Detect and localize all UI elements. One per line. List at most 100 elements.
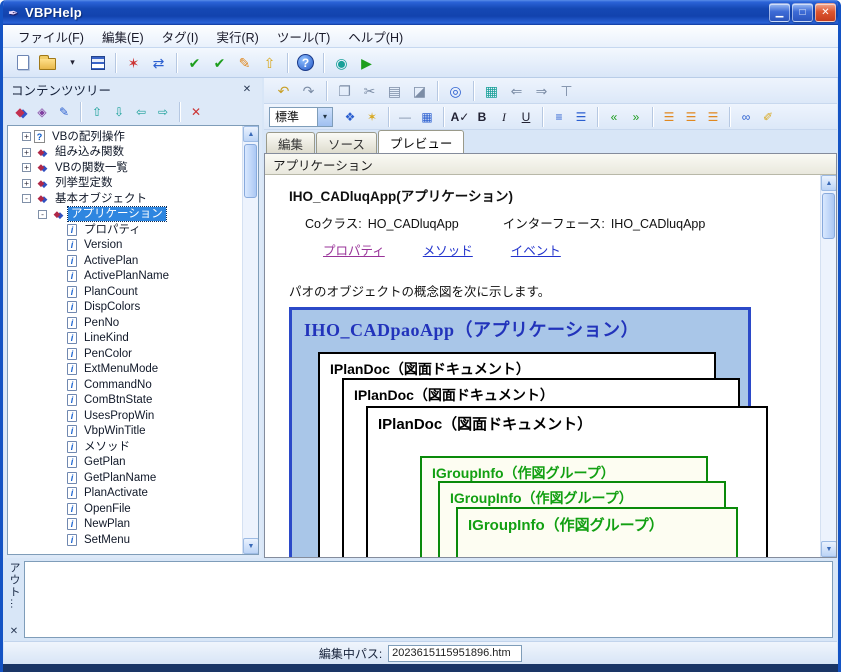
italic-button[interactable]: I [494, 107, 514, 127]
run-button[interactable]: ▶ [355, 51, 378, 74]
tree-item[interactable]: i VbpWinTitle [8, 424, 242, 440]
copy-button[interactable]: ❐ [333, 79, 356, 102]
tree-item[interactable]: + ◆ VBの関数一覧 [8, 160, 242, 176]
scroll-down-icon[interactable]: ▼ [243, 538, 258, 554]
align-left-button[interactable]: ☰ [659, 107, 679, 127]
tree-item[interactable]: i ActivePlan [8, 253, 242, 269]
tree-item[interactable]: i OpenFile [8, 501, 242, 517]
tab-source[interactable]: ソース [316, 132, 377, 153]
tree-item[interactable]: i UsesPropWin [8, 408, 242, 424]
close-icon[interactable]: ✕ [239, 82, 255, 96]
minimize-button[interactable]: ▁ [769, 3, 790, 22]
tree-item[interactable]: i NewPlan [8, 517, 242, 533]
indent-button[interactable]: » [626, 107, 646, 127]
bold-button[interactable]: B [472, 107, 492, 127]
spellcheck-button[interactable]: A✓ [450, 107, 470, 127]
tree-item[interactable]: i ActivePlanName [8, 269, 242, 285]
outdent-button[interactable]: « [604, 107, 624, 127]
move-left-button[interactable]: ⇦ [131, 102, 151, 122]
move-up-button[interactable]: ⇧ [87, 102, 107, 122]
tree-item[interactable]: i LineKind [8, 331, 242, 347]
tree-item[interactable]: i GetPlanName [8, 470, 242, 486]
save-all-button[interactable] [86, 51, 109, 74]
expander-icon[interactable]: - [38, 209, 47, 219]
underline-button[interactable]: U [516, 107, 536, 127]
scroll-thumb[interactable] [244, 144, 257, 198]
hyperlink-button[interactable]: ∞ [736, 107, 756, 127]
menu-run[interactable]: 実行(R) [207, 24, 267, 49]
eraser-button[interactable]: ◪ [408, 79, 431, 102]
tree-item[interactable]: + ? VBの配列操作 [8, 129, 242, 145]
tree-item[interactable]: + ◆ 列挙型定数 [8, 176, 242, 192]
tree-item[interactable]: i SetMenu [8, 532, 242, 548]
scroll-up-icon[interactable]: ▲ [821, 175, 836, 191]
expander-icon[interactable]: + [22, 163, 31, 173]
close-button[interactable]: ✕ [815, 3, 836, 22]
undo-button[interactable]: ↶ [272, 79, 295, 102]
format-clean-button[interactable]: ✐ [758, 107, 778, 127]
new-page-button[interactable] [11, 51, 34, 74]
scroll-down-icon[interactable]: ▼ [821, 541, 836, 557]
chevron-down-icon[interactable]: ▾ [317, 107, 332, 126]
content-scrollbar[interactable]: ▲ ▼ [820, 175, 836, 557]
numbered-list-button[interactable]: ≡ [549, 107, 569, 127]
link-properties[interactable]: プロパティ [323, 240, 385, 259]
paste-button[interactable]: ▤ [383, 79, 406, 102]
tree-item[interactable]: i メソッド [8, 439, 242, 455]
menu-tools[interactable]: ツール(T) [268, 24, 339, 49]
help-button[interactable]: ? [294, 51, 317, 74]
tree-scrollbar[interactable]: ▲ ▼ [242, 126, 258, 554]
tree-item[interactable]: i DispColors [8, 300, 242, 316]
outline-text-area[interactable] [24, 561, 833, 638]
link-prev-button[interactable]: ⇐ [505, 79, 528, 102]
browser-preview-button[interactable]: ◉ [330, 51, 353, 74]
verify-links-button[interactable]: ✔ [208, 51, 231, 74]
menu-edit[interactable]: 編集(E) [93, 24, 153, 49]
tree-item[interactable]: i ExtMenuMode [8, 362, 242, 378]
tree-item[interactable]: + ◆ 組み込み関数 [8, 145, 242, 161]
open-file-dropdown[interactable]: ▾ [61, 51, 84, 74]
add-subtopic-button[interactable]: ◈ [32, 102, 52, 122]
expander-icon[interactable]: + [22, 178, 31, 188]
bookmark-button[interactable]: ✶ [362, 107, 382, 127]
marker-button[interactable]: ❖ [340, 107, 360, 127]
redo-button[interactable]: ↷ [297, 79, 320, 102]
zoom-button[interactable]: ◎ [444, 79, 467, 102]
tree-item[interactable]: i PenColor [8, 346, 242, 362]
tab-preview[interactable]: プレビュー [377, 130, 465, 153]
style-combo[interactable]: 標準 ▾ [269, 106, 333, 127]
link-events[interactable]: イベント [511, 240, 561, 259]
current-path-input[interactable] [388, 644, 523, 662]
align-right-button[interactable]: ☰ [703, 107, 723, 127]
move-right-button[interactable]: ⇨ [153, 102, 173, 122]
edit-tools-button[interactable]: ✎ [233, 51, 256, 74]
scroll-thumb[interactable] [822, 193, 835, 239]
tree-item[interactable]: i Version [8, 238, 242, 254]
move-down-button[interactable]: ⇩ [109, 102, 129, 122]
upload-button[interactable]: ⇧ [258, 51, 281, 74]
tree-item[interactable]: i ComBtnState [8, 393, 242, 409]
tree-item-selected[interactable]: - ◆ アプリケーション [8, 206, 242, 223]
tab-edit[interactable]: 編集 [266, 132, 316, 153]
expander-icon[interactable]: - [22, 194, 31, 204]
expander-icon[interactable]: + [22, 147, 31, 157]
expander-icon[interactable]: + [22, 132, 31, 142]
tree-item[interactable]: i PenNo [8, 315, 242, 331]
tree-item[interactable]: i プロパティ [8, 222, 242, 238]
cut-button[interactable]: ✂ [358, 79, 381, 102]
hr-button[interactable]: — [395, 107, 415, 127]
close-icon[interactable]: ✕ [10, 626, 18, 637]
bullet-list-button[interactable]: ☰ [571, 107, 591, 127]
add-topic-button[interactable]: ◆ [10, 102, 30, 122]
align-center-button[interactable]: ☰ [681, 107, 701, 127]
tree-item[interactable]: i PlanCount [8, 284, 242, 300]
menu-file[interactable]: ファイル(F) [9, 24, 93, 49]
verify-topics-button[interactable]: ✔ [183, 51, 206, 74]
ruby-button[interactable]: ⊤ [555, 79, 578, 102]
tree-item[interactable]: i CommandNo [8, 377, 242, 393]
menu-tag[interactable]: タグ(I) [153, 24, 208, 49]
table-button[interactable]: ▦ [417, 107, 437, 127]
menu-help[interactable]: ヘルプ(H) [339, 24, 412, 49]
edit-topic-button[interactable]: ✎ [54, 102, 74, 122]
build-html-button[interactable]: ✶ [122, 51, 145, 74]
